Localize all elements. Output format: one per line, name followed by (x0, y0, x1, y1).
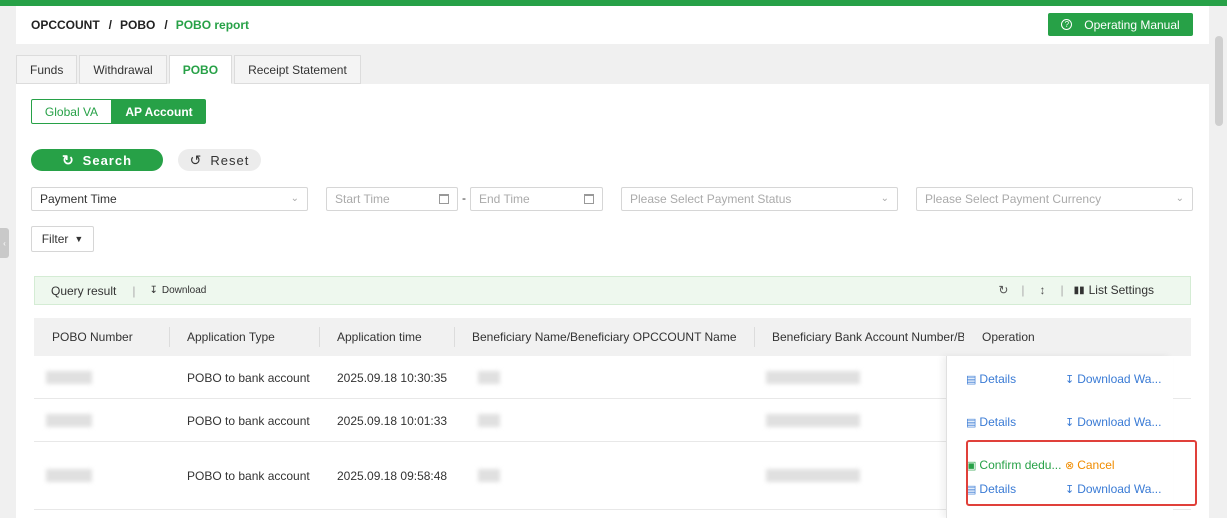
end-time-placeholder: End Time (479, 192, 530, 206)
date-range-separator: - (462, 191, 466, 205)
operating-manual-button[interactable]: ? Operating Manual (1048, 13, 1193, 36)
segment-ap-account[interactable]: AP Account (112, 99, 206, 124)
column-divider (169, 327, 170, 347)
document-icon: ▤ (966, 373, 977, 386)
table-header: POBO Number Application Type Application… (34, 318, 1191, 356)
filter-label: Filter (41, 232, 69, 246)
column-header-beneficiary-name[interactable]: Beneficiary Name/Beneficiary OPCCOUNT Na… (472, 330, 737, 344)
details-link[interactable]: ▤ Details (966, 372, 1016, 386)
divider: | (132, 283, 136, 298)
calendar-icon (439, 194, 449, 204)
bar-chart-icon: ▮▮ (1073, 284, 1085, 296)
list-settings-button[interactable]: ▮▮ List Settings (1074, 283, 1154, 297)
account-type-segment: Global VA AP Account (31, 99, 206, 124)
highlight-annotation-box (966, 440, 1197, 506)
redacted-pobo-number (46, 414, 92, 427)
column-header-pobo-number[interactable]: POBO Number (52, 330, 133, 344)
tab-funds[interactable]: Funds (16, 55, 78, 84)
divider: | (1021, 283, 1025, 297)
document-icon: ▤ (966, 416, 977, 429)
redacted-beneficiary-name (478, 469, 500, 482)
start-time-input[interactable]: Start Time (326, 187, 458, 211)
tab-withdrawal[interactable]: Withdrawal (79, 55, 167, 84)
cell-application-time: 2025.09.18 10:30:35 (337, 371, 448, 385)
column-divider (319, 327, 320, 347)
column-header-operation: Operation (982, 330, 1035, 344)
search-icon: ↻ (61, 151, 75, 168)
query-result-title: Query result (51, 283, 117, 298)
cell-application-time: 2025.09.18 09:58:48 (337, 469, 448, 483)
breadcrumb-separator: / (164, 18, 168, 32)
redacted-beneficiary-name (478, 414, 500, 427)
chevron-down-icon: ⌄ (1175, 193, 1184, 204)
chevron-down-icon: ⌄ (880, 193, 889, 204)
column-divider (754, 327, 755, 347)
segment-global-va[interactable]: Global VA (31, 99, 112, 124)
time-type-select[interactable]: Payment Time ⌄ (31, 187, 308, 211)
redacted-beneficiary-account (766, 469, 860, 482)
tab-receipt-statement[interactable]: Receipt Statement (234, 55, 361, 84)
tab-pobo[interactable]: POBO (168, 55, 233, 84)
redacted-pobo-number (46, 371, 92, 384)
breadcrumb-item-opccount[interactable]: OPCCOUNT (31, 18, 100, 32)
operating-manual-label: Operating Manual (1084, 17, 1180, 32)
payment-currency-select[interactable]: Please Select Payment Currency ⌄ (916, 187, 1193, 211)
download-label: Download (161, 285, 207, 296)
search-button[interactable]: ↻ Search (31, 149, 163, 171)
time-type-value: Payment Time (40, 192, 117, 206)
payment-status-select[interactable]: Please Select Payment Status ⌄ (621, 187, 898, 211)
breadcrumb-separator: / (108, 18, 113, 32)
column-header-beneficiary-account[interactable]: Beneficiary Bank Account Number/Ben (772, 330, 964, 344)
download-waybill-link[interactable]: ↧ Download Wa... (1065, 372, 1161, 386)
payment-status-placeholder: Please Select Payment Status (630, 192, 792, 206)
download-icon: ↧ (149, 285, 158, 296)
question-icon: ? (1061, 19, 1073, 30)
scrollbar[interactable] (1215, 36, 1223, 126)
breadcrumb-item-pobo[interactable]: POBO (120, 18, 155, 32)
reset-button[interactable]: ↺ Reset (178, 149, 261, 171)
filter-button[interactable]: Filter ▼ (31, 226, 94, 252)
reset-icon: ↺ (189, 151, 203, 168)
download-icon: ↧ (1065, 416, 1075, 429)
sidebar-collapse-handle[interactable]: ‹ (0, 228, 9, 258)
redacted-beneficiary-account (766, 414, 860, 427)
tab-bar: Funds Withdrawal POBO Receipt Statement (16, 55, 363, 84)
column-header-application-time[interactable]: Application time (337, 330, 422, 344)
download-icon: ↧ (1065, 373, 1075, 386)
caret-down-icon: ▼ (74, 234, 84, 244)
download-button[interactable]: ↧ Download (149, 285, 206, 296)
column-header-application-type[interactable]: Application Type (187, 330, 275, 344)
column-divider (454, 327, 455, 347)
breadcrumb: OPCCOUNT / POBO / POBO report (31, 18, 249, 32)
redacted-beneficiary-account (766, 371, 860, 384)
reset-label: Reset (210, 152, 250, 168)
search-label: Search (82, 152, 133, 168)
cell-application-type: POBO to bank account (187, 414, 310, 428)
density-icon[interactable]: ↕ (1034, 283, 1050, 297)
redacted-beneficiary-name (478, 371, 500, 384)
calendar-icon (584, 194, 594, 204)
chevron-down-icon: ⌄ (290, 193, 299, 204)
cell-application-type: POBO to bank account (187, 469, 310, 483)
main-panel: Global VA AP Account ↻ Search ↺ Reset Pa… (16, 84, 1209, 294)
redacted-pobo-number (46, 469, 92, 482)
list-settings-label: List Settings (1088, 283, 1154, 297)
divider: | (1060, 283, 1064, 297)
breadcrumb-current: POBO report (175, 18, 250, 32)
download-waybill-link[interactable]: ↧ Download Wa... (1065, 415, 1161, 429)
end-time-input[interactable]: End Time (470, 187, 603, 211)
table-tools: ↻ | ↕ | ▮▮ List Settings (995, 283, 1154, 297)
cell-application-type: POBO to bank account (187, 371, 310, 385)
details-link[interactable]: ▤ Details (966, 415, 1016, 429)
refresh-icon[interactable]: ↻ (995, 283, 1011, 297)
query-result-bar: Query result | ↧ Download ↻ | ↕ | ▮▮ Lis… (34, 276, 1191, 305)
start-time-placeholder: Start Time (335, 192, 390, 206)
cell-application-time: 2025.09.18 10:01:33 (337, 414, 448, 428)
payment-currency-placeholder: Please Select Payment Currency (925, 192, 1102, 206)
breadcrumb-bar: OPCCOUNT / POBO / POBO report ? Operating Ma… (16, 6, 1209, 44)
